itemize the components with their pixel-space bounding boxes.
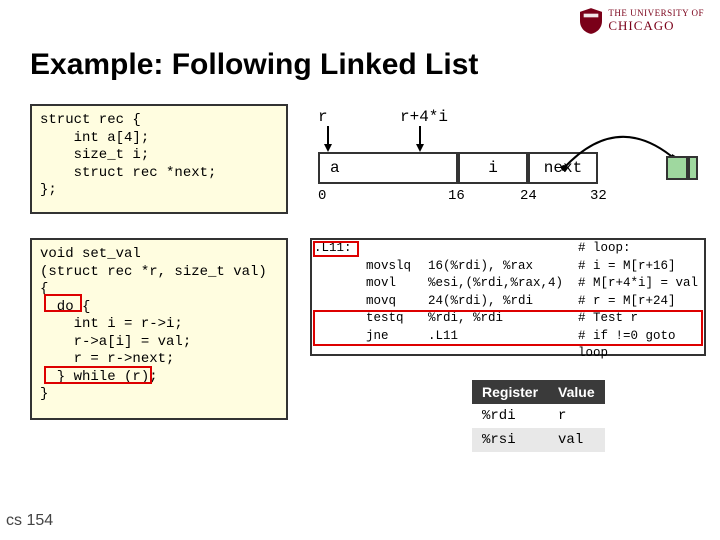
offset-0: 0 bbox=[318, 188, 326, 204]
asm-row: .L11:# loop: bbox=[312, 240, 704, 258]
highlight-do bbox=[44, 294, 82, 312]
offset-24: 24 bbox=[520, 188, 537, 204]
university-logo: THE UNIVERSITY OF CHICAGO bbox=[580, 8, 704, 34]
next-node-a bbox=[666, 156, 688, 180]
offset-32: 32 bbox=[590, 188, 607, 204]
highlight-asm-last2 bbox=[313, 310, 703, 346]
field-a: a bbox=[318, 152, 458, 184]
highlight-asm-label bbox=[313, 241, 359, 257]
table-row: %rdir bbox=[472, 404, 605, 428]
asm-row: movq24(%rdi), %rdi# r = M[r+24] bbox=[312, 293, 704, 311]
asm-row: movl%esi,(%rdi,%rax,4)# M[r+4*i] = val bbox=[312, 275, 704, 293]
pointer-r: r bbox=[318, 108, 328, 126]
struct-code-box: struct rec { int a[4]; size_t i; struct … bbox=[30, 104, 288, 214]
course-footer: cs 154 bbox=[6, 512, 53, 530]
arrow-down-icon bbox=[322, 126, 334, 152]
slide-title: Example: Following Linked List bbox=[30, 48, 478, 82]
next-node-rest bbox=[688, 156, 698, 180]
val-header: Value bbox=[548, 380, 605, 404]
logo-line2: CHICAGO bbox=[608, 19, 704, 33]
function-code-box: void set_val (struct rec *r, size_t val)… bbox=[30, 238, 288, 420]
register-table: Register Value %rdir%rsival bbox=[472, 380, 605, 452]
shield-icon bbox=[580, 8, 602, 34]
reg-header: Register bbox=[472, 380, 548, 404]
asm-row: movslq16(%rdi), %rax# i = M[r+16] bbox=[312, 258, 704, 276]
field-i: i bbox=[458, 152, 528, 184]
highlight-while bbox=[44, 366, 152, 384]
arrow-down-icon bbox=[414, 126, 426, 152]
struct-diagram: r r+4*i a i next 0 16 24 32 bbox=[318, 104, 698, 214]
offset-16: 16 bbox=[448, 188, 465, 204]
pointer-r4i: r+4*i bbox=[400, 108, 448, 126]
table-row: %rsival bbox=[472, 428, 605, 452]
